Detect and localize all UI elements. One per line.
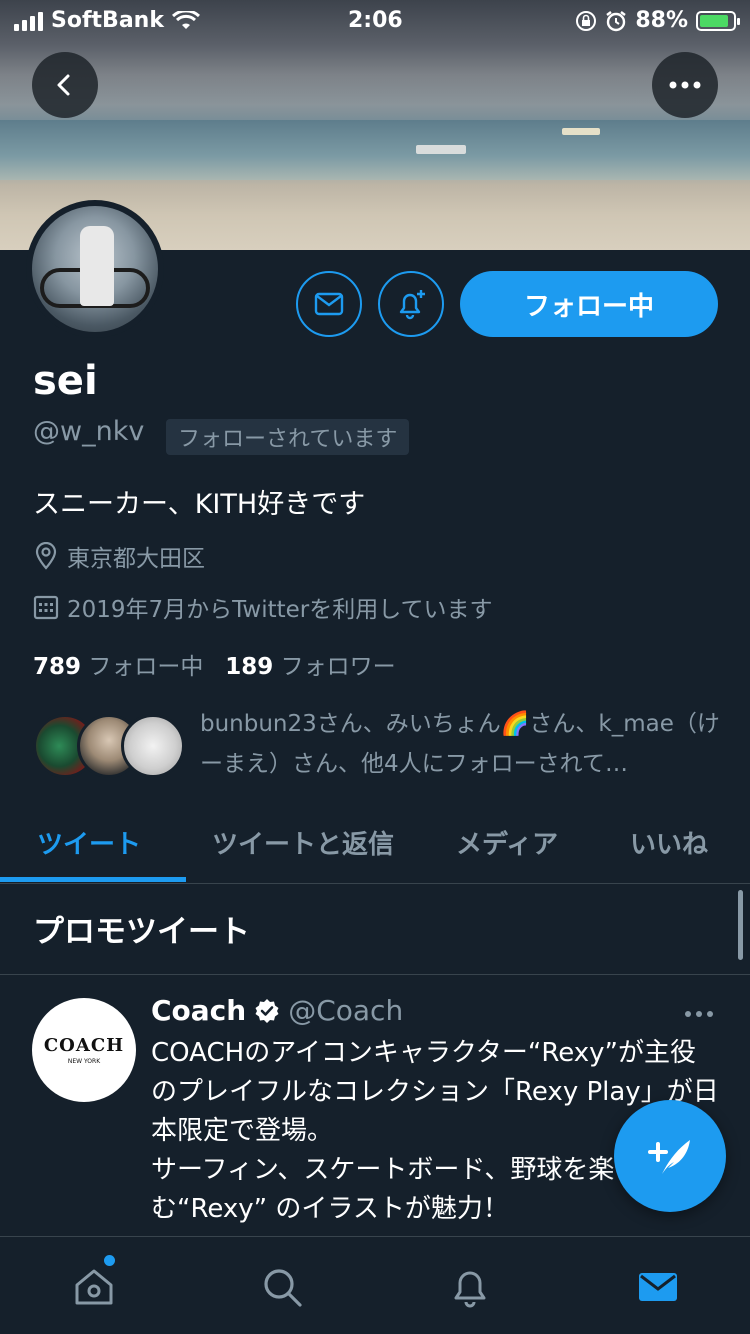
alarm-icon [606, 10, 627, 31]
more-icon [685, 1011, 713, 1017]
tab-tweets[interactable]: ツイート [37, 824, 141, 861]
divider [0, 974, 750, 975]
profile-joined: 2019年7月からTwitterを利用しています [33, 590, 493, 624]
coach-logo-sub: NEW YORK [67, 1058, 101, 1065]
clock: 2:06 [348, 8, 403, 33]
scrollbar[interactable] [738, 890, 743, 960]
followers-label: フォロワー [280, 654, 396, 680]
bottom-navigation [0, 1236, 750, 1334]
following-label: フォロー中 [88, 654, 204, 680]
profile-tabs: ツイート ツイートと返信 メディア いいね [0, 806, 750, 884]
coach-logo: COACH [43, 1035, 125, 1056]
following-button[interactable]: フォロー中 [460, 271, 718, 337]
wifi-icon [171, 10, 200, 29]
profile-name: sei [33, 358, 98, 404]
more-icon [669, 81, 701, 89]
status-bar: SoftBank 2:06 88% [0, 0, 750, 40]
active-tab-indicator [0, 877, 186, 882]
back-button[interactable] [32, 52, 98, 118]
mail-icon [314, 292, 344, 316]
compose-icon [648, 1140, 690, 1174]
profile-handle: @w_nkv [33, 416, 145, 447]
messages-icon [639, 1273, 677, 1301]
battery-percent: 88% [635, 8, 688, 33]
location-text: 東京都大田区 [67, 546, 205, 572]
notifications-icon [454, 1271, 486, 1308]
profile-avatar[interactable] [26, 200, 164, 338]
home-new-content-dot [104, 1255, 115, 1266]
location-icon [35, 542, 57, 570]
banner-boat [416, 145, 466, 154]
signal-icon [14, 11, 43, 31]
joined-text: 2019年7月からTwitterを利用しています [67, 597, 493, 623]
nav-messages[interactable] [634, 1263, 682, 1311]
tweet-author-handle[interactable]: @Coach [288, 994, 403, 1027]
compose-tweet-button[interactable] [614, 1100, 726, 1212]
battery-icon [696, 10, 740, 31]
nav-notifications[interactable] [446, 1263, 494, 1311]
tab-likes[interactable]: いいね [630, 824, 708, 861]
promoted-tweet-heading: プロモツイート [33, 914, 250, 950]
tweet-author-avatar[interactable]: COACH NEW YORK [32, 998, 136, 1102]
message-button[interactable] [296, 271, 362, 337]
rotation-lock-icon [576, 10, 597, 31]
tab-media[interactable]: メディア [456, 824, 558, 861]
banner-sea [0, 120, 750, 180]
banner-boat [562, 128, 600, 135]
search-icon [264, 1269, 302, 1307]
following-count: 789 [33, 654, 82, 680]
home-icon [75, 1269, 113, 1305]
notifications-toggle-button[interactable] [378, 271, 444, 337]
tweet-author-name[interactable]: Coach [151, 994, 246, 1027]
follow-counts: 789 フォロー中 189 フォロワー [33, 647, 396, 681]
mutual-followers-avatars[interactable] [33, 714, 185, 780]
carrier-label: SoftBank [51, 8, 164, 33]
followers-link[interactable]: 189 フォロワー [225, 654, 395, 680]
nav-home[interactable] [70, 1263, 118, 1311]
avatar [121, 714, 185, 778]
following-link[interactable]: 789 フォロー中 [33, 654, 203, 680]
follows-you-badge: フォローされています [166, 419, 410, 455]
mutual-followers-text[interactable]: bunbun23さん、みいちょん🌈さん、k_mae（けーまえ）さん、他4人にフォ… [200, 704, 720, 784]
calendar-icon [33, 595, 59, 620]
nav-search[interactable] [258, 1263, 306, 1311]
bell-plus-icon [399, 290, 425, 320]
tweet-header: Coach @Coach [151, 994, 403, 1027]
back-icon [57, 74, 70, 96]
tab-tweets-and-replies[interactable]: ツイートと返信 [212, 824, 394, 861]
profile-bio: スニーカー、KITH好きです [33, 489, 366, 520]
profile-location: 東京都大田区 [33, 539, 205, 573]
followers-count: 189 [225, 654, 274, 680]
more-options-button[interactable] [652, 52, 718, 118]
tweet-more-button[interactable] [684, 996, 714, 1024]
verified-icon [255, 998, 279, 1023]
avatar-person-shape [80, 226, 114, 306]
